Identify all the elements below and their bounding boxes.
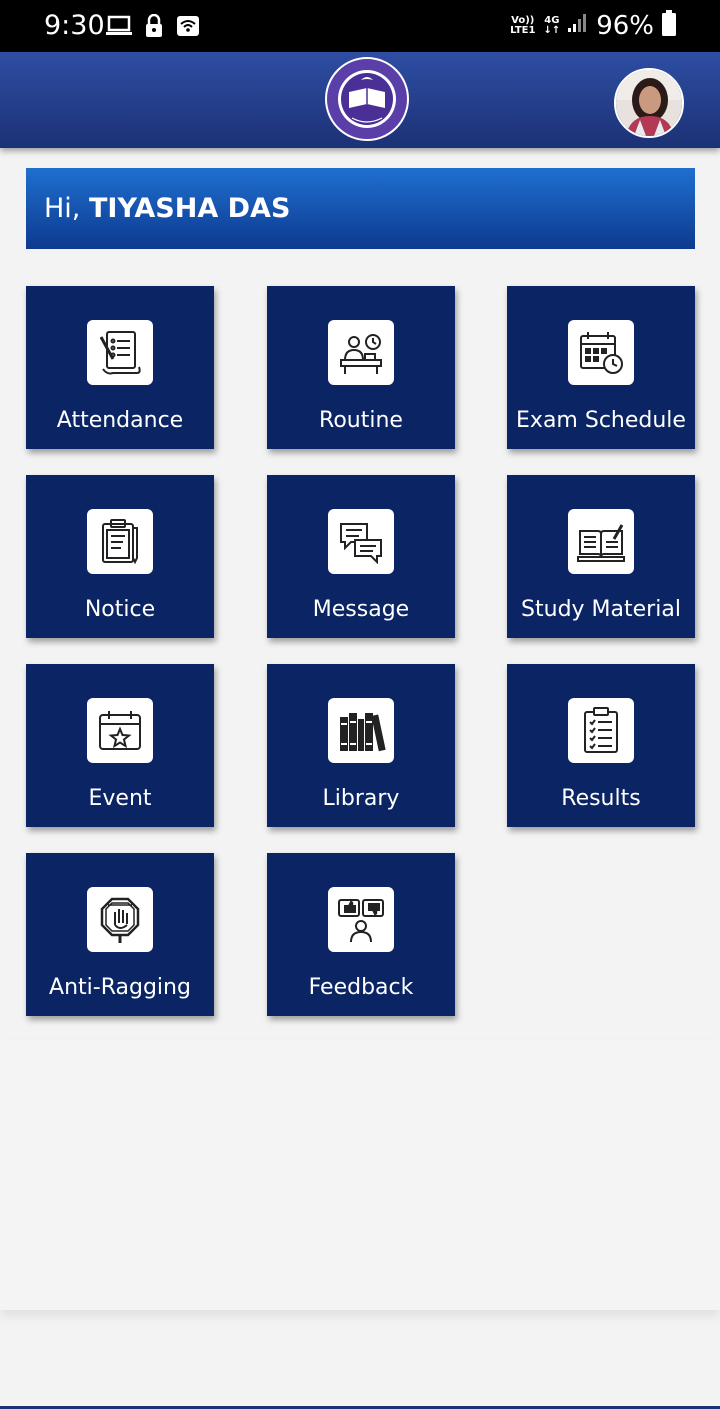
open-book-icon — [568, 509, 634, 574]
lock-icon — [144, 13, 164, 43]
laptop-icon — [106, 15, 132, 42]
tile-label: Event — [88, 786, 152, 811]
tile-label: Attendance — [56, 408, 184, 433]
tile-label: Library — [322, 786, 400, 811]
app-header — [0, 52, 720, 148]
student-name: TIYASHA DAS — [88, 193, 291, 224]
calendar-star-icon — [87, 698, 153, 763]
tile-label: Notice — [84, 597, 156, 622]
volte-indicator: Vo)) LTE1 — [510, 14, 536, 36]
tile-notice[interactable]: Notice — [26, 475, 214, 638]
tile-study-material[interactable]: Study Material — [507, 475, 695, 638]
tile-label: Results — [561, 786, 641, 811]
tile-feedback[interactable]: Feedback — [267, 853, 455, 1016]
greeting-prefix: Hi, — [44, 193, 89, 224]
tile-exam-schedule[interactable]: Exam Schedule — [507, 286, 695, 449]
tile-attendance[interactable]: Attendance — [26, 286, 214, 449]
tile-label: Study Material — [521, 597, 681, 622]
tile-routine[interactable]: Routine — [267, 286, 455, 449]
tile-label: Routine — [319, 408, 403, 433]
wifi-box-icon — [176, 15, 200, 42]
greeting-banner: Hi, TIYASHA DAS — [26, 168, 695, 249]
battery-icon — [662, 10, 676, 41]
checklist-icon — [568, 698, 634, 763]
tile-label: Exam Schedule — [516, 408, 686, 433]
tile-library[interactable]: Library — [267, 664, 455, 827]
profile-avatar[interactable] — [614, 68, 684, 138]
feedback-icon — [328, 887, 394, 952]
signal-icon — [568, 13, 588, 38]
attendance-icon — [87, 320, 153, 385]
data-indicator: 4G ↓↑ — [543, 14, 561, 36]
routine-icon — [328, 320, 394, 385]
tile-event[interactable]: Event — [26, 664, 214, 827]
status-bar: 9:30 Vo)) LTE1 4G ↓↑ 96% — [0, 0, 720, 52]
books-icon — [328, 698, 394, 763]
tile-label: Feedback — [308, 975, 414, 1000]
clipboard-icon — [87, 509, 153, 574]
calendar-clock-icon — [568, 320, 634, 385]
tile-message[interactable]: Message — [267, 475, 455, 638]
status-time: 9:30 — [44, 10, 105, 41]
chat-icon — [328, 509, 394, 574]
tile-anti-ragging[interactable]: Anti-Ragging — [26, 853, 214, 1016]
tile-results[interactable]: Results — [507, 664, 695, 827]
content-background — [0, 1040, 720, 1310]
college-logo — [324, 56, 410, 142]
stop-hand-icon — [87, 887, 153, 952]
tile-label: Message — [312, 597, 410, 622]
tile-label: Anti-Ragging — [49, 975, 191, 1000]
battery-percent: 96% — [596, 10, 654, 41]
